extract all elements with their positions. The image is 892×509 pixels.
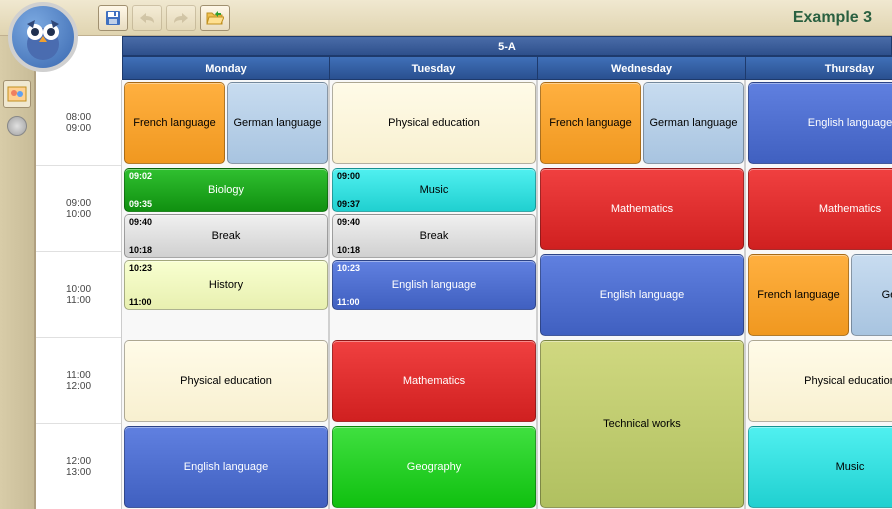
lesson-label: Geography (407, 461, 461, 473)
toolbar-buttons (98, 5, 230, 31)
lesson-label: Biology (208, 184, 244, 196)
lesson-card[interactable]: Break 09:40 10:18 (332, 214, 536, 258)
lesson-end-time: 11:00 (337, 297, 360, 307)
lesson-card[interactable]: Mathematics (540, 168, 744, 250)
app-logo (8, 2, 78, 72)
floppy-icon (104, 9, 122, 27)
redo-arrow-icon (172, 11, 190, 25)
lesson-start-time: 09:40 (337, 217, 360, 227)
lesson-start-time: 10:23 (337, 263, 360, 273)
left-rail (0, 36, 36, 509)
lesson-label: English language (600, 289, 684, 301)
lesson-end-time: 10:18 (337, 245, 360, 255)
lesson-card[interactable]: German language (643, 82, 744, 164)
time-slot: 11:0012:00 (36, 338, 121, 424)
day-col-wednesday[interactable]: French language German language Mathematic… (538, 80, 746, 509)
folder-open-icon (206, 10, 224, 26)
lesson-start-time: 09:02 (129, 171, 152, 181)
people-icon (7, 86, 27, 102)
lesson-card[interactable]: Music 09:00 09:37 (332, 168, 536, 212)
save-button[interactable] (98, 5, 128, 31)
class-header: 5-A (122, 36, 892, 56)
lesson-label: English language (808, 117, 892, 129)
lesson-label: German language (233, 117, 321, 129)
lesson-start-time: 09:00 (337, 171, 360, 181)
lesson-card[interactable]: English language 10:23 11:00 (332, 260, 536, 310)
undo-arrow-icon (138, 11, 156, 25)
lesson-card[interactable]: French language (124, 82, 225, 164)
undo-button[interactable] (132, 5, 162, 31)
lesson-card[interactable]: Physical education (124, 340, 328, 422)
lesson-end-time: 09:37 (337, 199, 360, 209)
lesson-label: Physical education (804, 375, 892, 387)
day-header-wednesday: Wednesday (538, 56, 746, 80)
lesson-label: German (882, 289, 892, 301)
day-col-monday[interactable]: French language German language Biology 09:… (122, 80, 330, 509)
lesson-card[interactable]: Music (748, 426, 892, 508)
lesson-label: Mathematics (403, 375, 465, 387)
lesson-card[interactable]: English language (124, 426, 328, 508)
lesson-label: French language (133, 117, 216, 129)
lesson-card[interactable]: Geography (332, 426, 536, 508)
lesson-card[interactable]: English language (540, 254, 744, 336)
lesson-card[interactable]: German (851, 254, 892, 336)
toolbar: Example 3 (0, 0, 892, 36)
time-slot: 10:0011:00 (36, 252, 121, 338)
time-slot: 09:0010:00 (36, 166, 121, 252)
day-col-thursday[interactable]: English language Mathematics French langua… (746, 80, 892, 509)
lesson-label: Music (836, 461, 865, 473)
time-slot: 12:0013:00 (36, 424, 121, 509)
people-view-button[interactable] (3, 80, 31, 108)
lesson-label: Mathematics (611, 203, 673, 215)
lesson-start-time: 10:23 (129, 263, 152, 273)
lesson-card[interactable]: Physical education (332, 82, 536, 164)
pin-button[interactable] (7, 116, 27, 136)
lesson-end-time: 11:00 (129, 297, 152, 307)
lesson-card[interactable]: German language (227, 82, 328, 164)
lesson-label: History (209, 279, 243, 291)
lesson-card[interactable]: Break 09:40 10:18 (124, 214, 328, 258)
lesson-label: German language (649, 117, 737, 129)
time-column: 08:0009:00 09:0010:00 10:0011:00 11:0012… (36, 80, 122, 509)
owl-icon (18, 12, 68, 62)
open-button[interactable] (200, 5, 230, 31)
lesson-label: French language (757, 289, 840, 301)
lesson-start-time: 09:40 (129, 217, 152, 227)
day-header-tuesday: Tuesday (330, 56, 538, 80)
lesson-card[interactable]: French language (748, 254, 849, 336)
lesson-label: English language (392, 279, 476, 291)
lesson-label: Physical education (388, 117, 480, 129)
lesson-card[interactable]: History 10:23 11:00 (124, 260, 328, 310)
lesson-label: English language (184, 461, 268, 473)
timetable: 5-A Monday Tuesday Wednesday Thursday 08… (36, 36, 892, 509)
lesson-card[interactable]: Biology 09:02 09:35 (124, 168, 328, 212)
day-col-tuesday[interactable]: Physical education Music 09:00 09:37 Break 09… (330, 80, 538, 509)
lesson-card[interactable]: Physical education (748, 340, 892, 422)
lesson-card[interactable]: Mathematics (748, 168, 892, 250)
lesson-label: Break (212, 230, 241, 242)
main-area: 5-A Monday Tuesday Wednesday Thursday 08… (0, 36, 892, 509)
day-header-monday: Monday (122, 56, 330, 80)
lesson-card[interactable]: Technical works (540, 340, 744, 508)
lesson-end-time: 09:35 (129, 199, 152, 209)
timetable-grid: French language German language Biology 09:… (122, 80, 892, 509)
lesson-label: Break (420, 230, 449, 242)
lesson-card[interactable]: Mathematics (332, 340, 536, 422)
lesson-label: French language (549, 117, 632, 129)
day-header-row: Monday Tuesday Wednesday Thursday (122, 56, 892, 80)
lesson-card[interactable]: English language (748, 82, 892, 164)
time-slot: 08:0009:00 (36, 80, 121, 166)
lesson-card[interactable]: French language (540, 82, 641, 164)
lesson-label: Technical works (603, 418, 681, 430)
lesson-end-time: 10:18 (129, 245, 152, 255)
page-title: Example 3 (793, 9, 884, 27)
lesson-label: Mathematics (819, 203, 881, 215)
redo-button[interactable] (166, 5, 196, 31)
day-header-thursday: Thursday (746, 56, 892, 80)
lesson-label: Music (420, 184, 449, 196)
lesson-label: Physical education (180, 375, 272, 387)
